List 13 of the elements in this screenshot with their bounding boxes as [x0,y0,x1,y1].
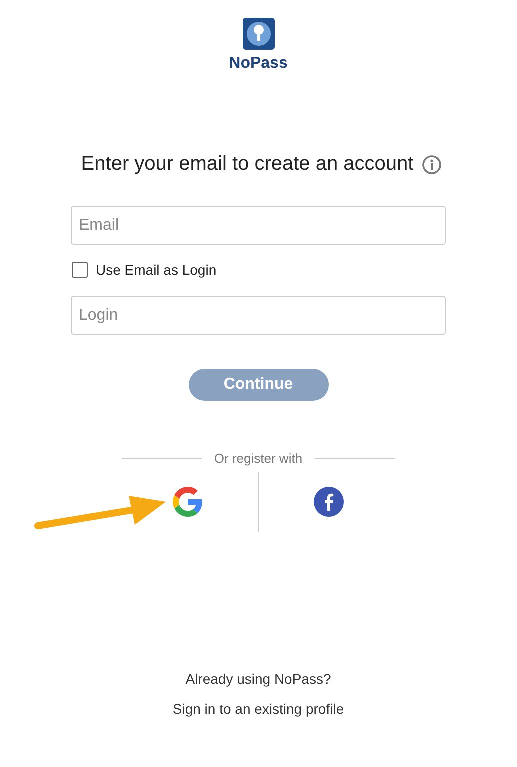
footer-question: Already using NoPass? [186,671,332,687]
email-field[interactable]: Email [71,206,446,245]
divider-text: Or register with [214,451,303,466]
checkbox-label[interactable]: Use Email as Login [96,262,217,278]
facebook-icon[interactable] [314,487,344,517]
google-icon[interactable] [173,487,203,517]
page-heading: Enter your email to create an account [81,153,414,176]
brand-name: NoPass [229,55,288,73]
checkbox[interactable] [72,262,88,278]
login-field[interactable]: Login [71,296,446,335]
sign-in-link[interactable]: Sign in to an existing profile [172,701,344,717]
keyhole-logo-icon [242,18,274,50]
info-icon[interactable] [422,154,442,174]
